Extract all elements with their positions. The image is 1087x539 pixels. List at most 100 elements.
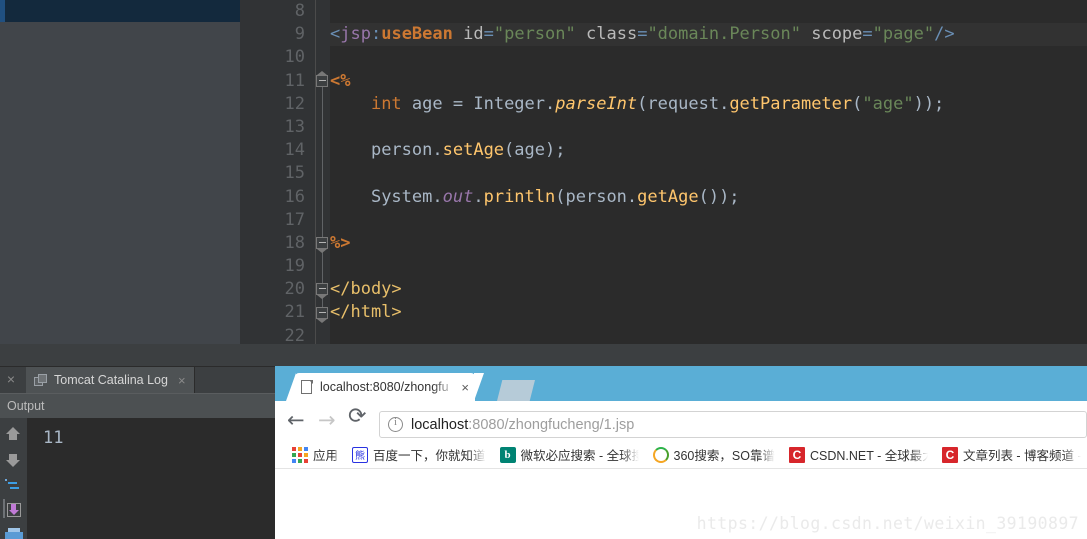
code-line[interactable] <box>330 116 1087 139</box>
line-number: 18 <box>284 232 305 253</box>
code-line[interactable]: System.out.println(person.getAge()); <box>330 186 1087 209</box>
output-section-header: Output <box>0 393 275 418</box>
code-token: )); <box>913 93 945 114</box>
editor-gutter[interactable]: 8 9 10 11 12 13 14 15 16 17 18 19 20 21 22 <box>240 0 315 346</box>
code-line[interactable] <box>330 0 1087 23</box>
bookmark-item[interactable]: 应用 <box>285 443 345 467</box>
line-number: 13 <box>284 116 305 137</box>
reload-button[interactable] <box>348 411 370 433</box>
line-number: 11 <box>284 70 305 91</box>
baidu-icon: 熊 <box>352 446 369 463</box>
code-token: getParameter <box>729 93 853 114</box>
code-token: </body> <box>330 279 402 300</box>
line-number: 8 <box>294 1 305 21</box>
code-token: = <box>452 93 464 114</box>
url-host: localhost <box>411 416 469 433</box>
code-token: ( <box>504 140 515 161</box>
bing-icon: b <box>499 446 516 463</box>
code-line[interactable]: person.setAge(age); <box>330 139 1087 162</box>
output-console[interactable]: 11 <box>0 418 275 539</box>
apps-grid-icon <box>292 446 308 463</box>
code-token: . <box>432 186 443 207</box>
editor-fold-rail[interactable] <box>315 0 330 344</box>
browser-tab-active[interactable]: localhost:8080/zhongfu × <box>286 373 484 401</box>
bookmark-label: 百度一下，你就知道 <box>373 449 486 463</box>
code-line[interactable]: %> <box>330 232 1087 255</box>
code-line[interactable] <box>330 255 1087 278</box>
print-button[interactable] <box>4 528 24 539</box>
bookmark-item[interactable]: b 微软必应搜索 - 全球搜 <box>493 443 646 467</box>
code-line[interactable]: </html> <box>330 301 1087 324</box>
code-editor[interactable]: 8 9 10 11 12 13 14 15 16 17 18 19 20 21 22 <jsp:useBea… <box>240 0 1087 346</box>
bookmark-item[interactable]: C 文章列表 - 博客频道 - <box>935 443 1087 467</box>
close-icon[interactable]: × <box>457 380 469 395</box>
tab-tomcat-catalina-log[interactable]: Tomcat Catalina Log × <box>26 367 195 393</box>
soft-wrap-button[interactable] <box>4 477 24 497</box>
code-token: Integer <box>473 93 546 114</box>
code-token: setAge <box>442 140 505 161</box>
address-bar[interactable]: localhost:8080/zhongfucheng/1.jsp <box>379 411 1087 438</box>
bookmarks-bar[interactable]: 应用熊百度一下，你就知道 b 微软必应搜索 - 全球搜 360搜索，SO靠谱 C CSDN… <box>275 441 1087 469</box>
scroll-up-button[interactable] <box>4 424 24 444</box>
scroll-to-end-icon <box>3 499 21 518</box>
fold-toggle-21[interactable] <box>316 306 329 323</box>
bookmark-item[interactable]: C CSDN.NET - 全球最大 <box>782 443 935 467</box>
code-line[interactable]: <jsp:useBean id="person" class="domain.P… <box>330 23 1087 47</box>
browser-tab-title: localhost:8080/zhongfu <box>320 380 449 394</box>
line-number: 9 <box>294 24 305 45</box>
fold-toggle-18[interactable] <box>316 237 329 253</box>
code-token: </html> <box>330 302 402 323</box>
code-line[interactable] <box>330 46 1087 69</box>
scroll-down-button[interactable] <box>4 450 24 470</box>
chrome-browser-window[interactable]: localhost:8080/zhongfu × localhost:8080/… <box>275 366 1087 539</box>
code-token: person <box>370 140 433 161</box>
code-token: = <box>483 24 494 45</box>
code-token: = <box>637 24 648 45</box>
bookmark-item[interactable]: 360搜索，SO靠谱 <box>646 443 782 467</box>
gutter-separator <box>315 0 316 344</box>
code-token: = <box>862 24 873 45</box>
code-token: class <box>586 24 638 45</box>
code-token: request <box>647 93 720 114</box>
bookmark-item[interactable]: 熊百度一下，你就知道 <box>345 443 493 467</box>
code-token: < <box>330 24 341 45</box>
fold-toggle-20[interactable] <box>316 283 329 300</box>
code-line[interactable]: <% <box>330 70 1087 93</box>
code-line[interactable]: int age = Integer.parseInt(request.getPa… <box>330 93 1087 116</box>
info-circle-icon[interactable] <box>388 416 403 432</box>
code-token: %> <box>330 232 351 253</box>
new-tab-button[interactable] <box>497 380 535 401</box>
output-toolbar <box>0 418 27 539</box>
code-line[interactable] <box>330 162 1087 185</box>
back-button[interactable] <box>287 411 309 433</box>
code-token: scope <box>811 24 863 45</box>
tool-window-divider <box>0 344 1087 366</box>
code-line[interactable]: </body> <box>330 278 1087 301</box>
fold-toggle-11[interactable] <box>316 70 329 88</box>
scroll-to-end-button[interactable] <box>3 499 23 520</box>
tomcat-log-icon <box>34 373 48 387</box>
code-token: println <box>483 186 556 207</box>
line-number: 15 <box>284 163 305 184</box>
line-number: 14 <box>284 140 305 161</box>
bookmark-label: 应用 <box>313 449 339 463</box>
page-watermark: https://blog.csdn.net/weixin_39190897 <box>696 514 1079 533</box>
editor-code-area[interactable]: <jsp:useBean id="person" class="domain.P… <box>330 0 1087 344</box>
code-line[interactable] <box>330 209 1087 232</box>
csdn-icon: C <box>941 446 958 463</box>
output-line: 11 <box>43 428 64 448</box>
code-token: : <box>370 24 382 45</box>
line-number: 16 <box>284 186 305 207</box>
forward-button[interactable] <box>318 411 340 433</box>
code-token: age <box>514 140 546 161</box>
close-all-tabs-button[interactable]: × <box>4 372 18 386</box>
line-number: 10 <box>284 47 305 68</box>
code-token: "age" <box>862 93 914 114</box>
ide-title-strip <box>0 0 240 22</box>
close-icon[interactable]: × <box>178 373 186 388</box>
